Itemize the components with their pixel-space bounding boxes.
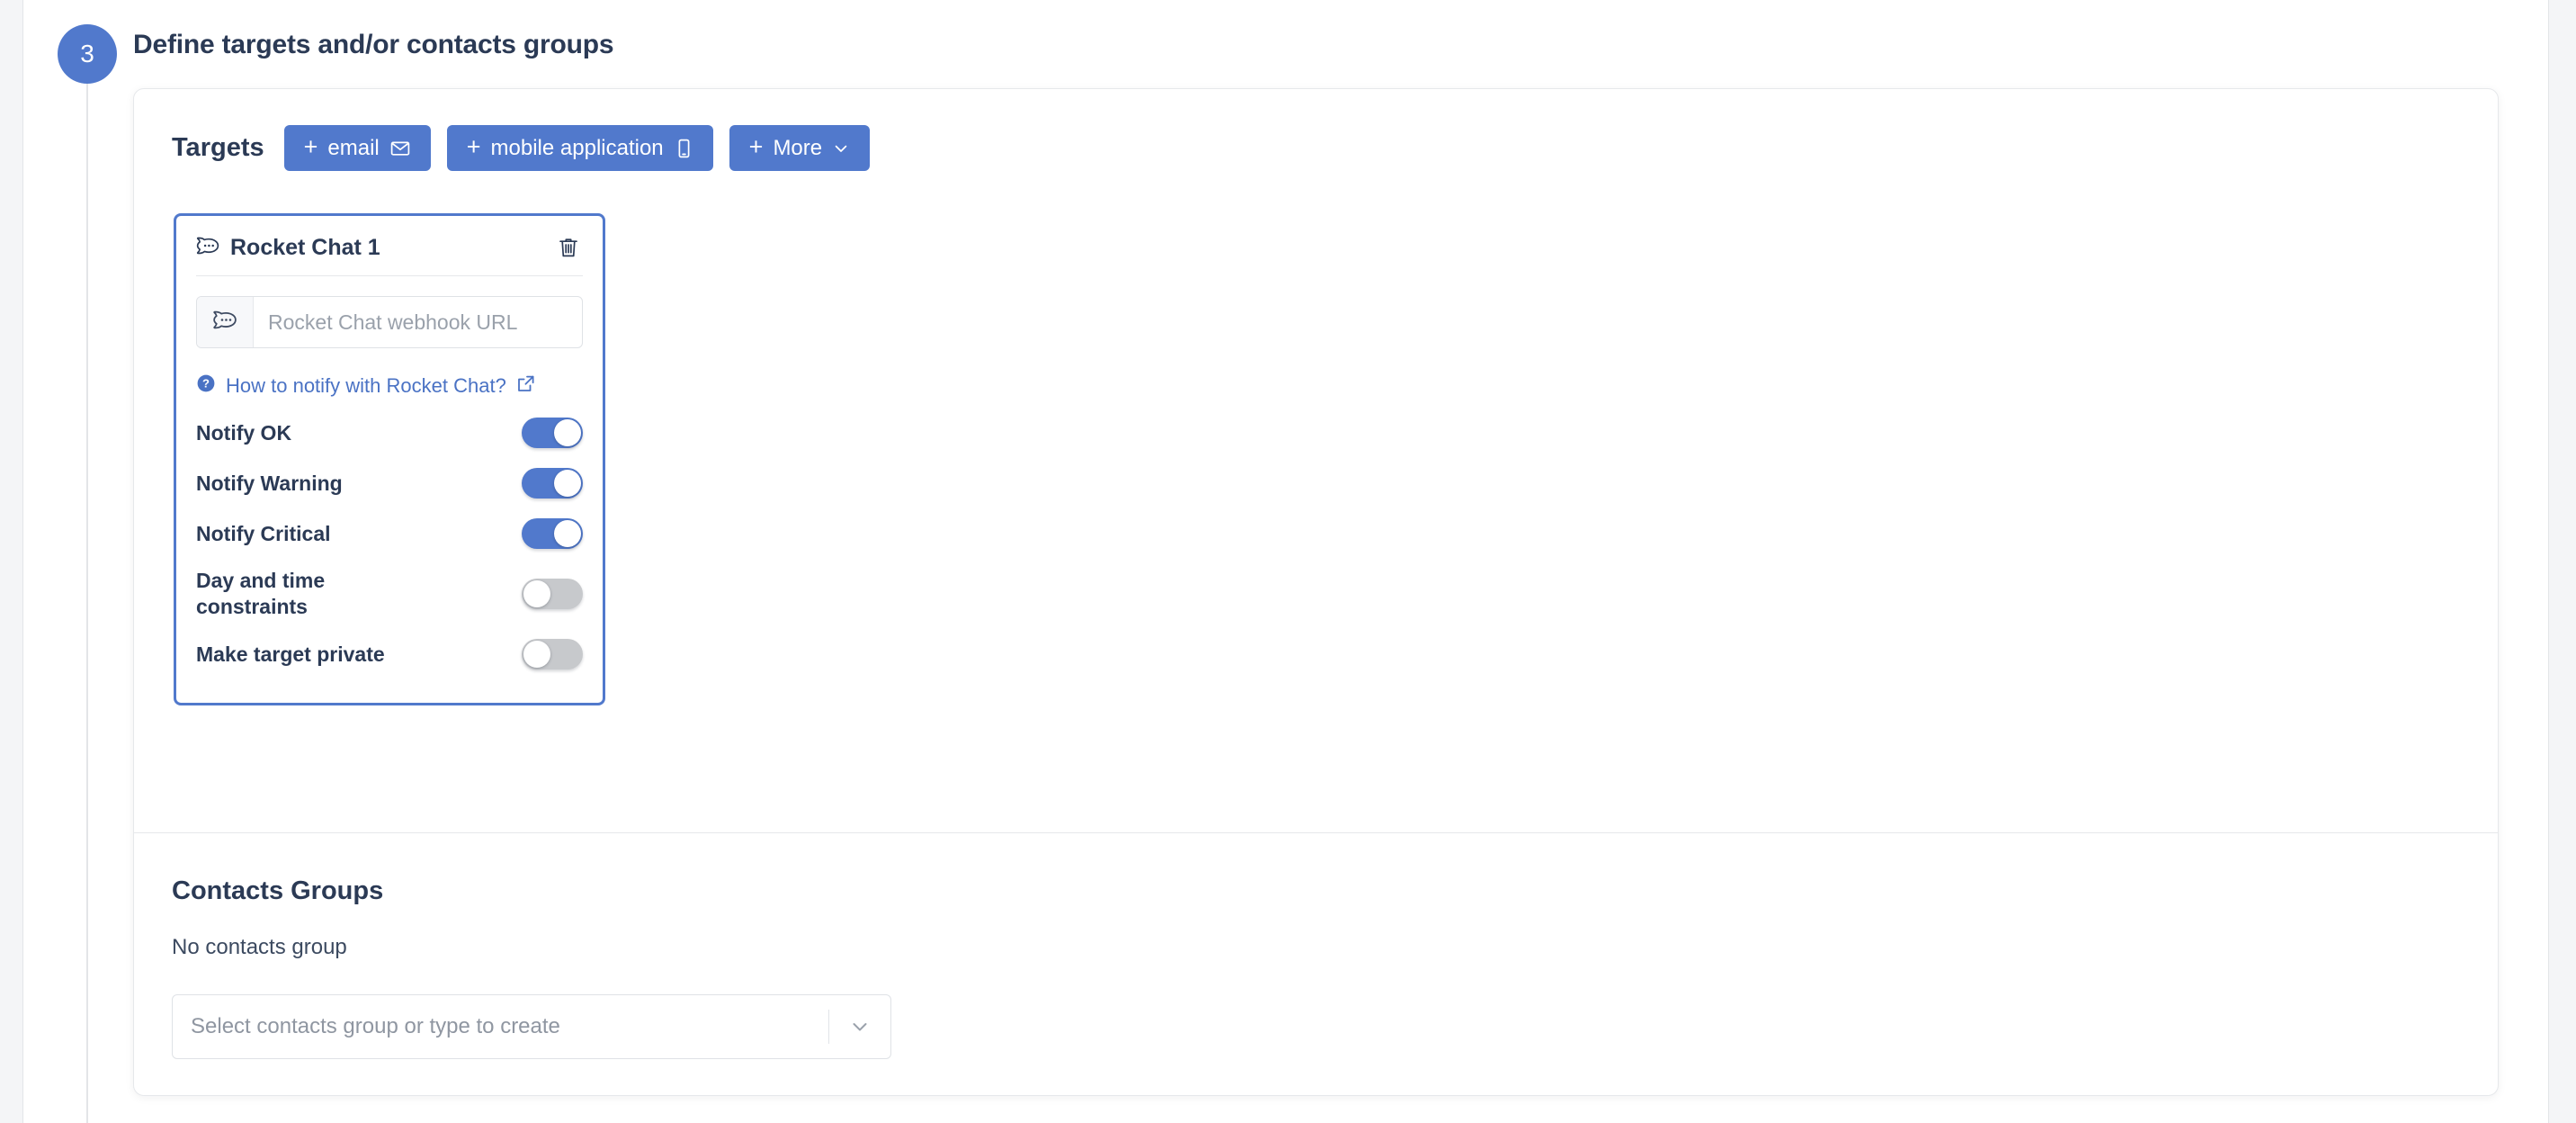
targets-header: Targets + email + mobile application + M… (172, 125, 871, 171)
step-number-badge: 3 (58, 24, 117, 84)
toggle-knob (554, 470, 581, 497)
webhook-input-addon (197, 297, 254, 347)
toggle-row-notify-ok: Notify OK (196, 408, 583, 458)
toggle-label-make-target-private: Make target private (196, 642, 385, 666)
rocket-chat-help-link[interactable]: ? How to notify with Rocket Chat? (196, 373, 583, 399)
toggle-row-notify-warning: Notify Warning (196, 458, 583, 508)
plus-icon: + (466, 133, 481, 160)
toggle-label-notify-warning: Notify Warning (196, 471, 343, 495)
webhook-input-group (196, 296, 583, 348)
rocket-chat-icon (212, 310, 237, 335)
external-link-icon (516, 374, 535, 399)
chevron-down-icon[interactable] (829, 1015, 890, 1038)
target-card-title: Rocket Chat 1 (230, 234, 380, 260)
contacts-group-select-value: Select contacts group or type to create (191, 1014, 560, 1038)
svg-text:?: ? (202, 377, 210, 391)
page-right-gutter (2548, 0, 2576, 1123)
target-card-divider (196, 275, 583, 276)
toggle-notify-warning[interactable] (522, 468, 583, 499)
targets-label: Targets (172, 133, 264, 162)
add-email-target-button[interactable]: + email (283, 125, 431, 171)
stepper-rail (86, 83, 88, 1123)
target-card-rocket-chat[interactable]: Rocket Chat 1 Rocket Chat webhook URL ? … (174, 213, 605, 705)
webhook-url-input[interactable] (254, 297, 582, 347)
contacts-groups-title: Contacts Groups (172, 876, 384, 905)
target-card-header: Rocket Chat 1 (196, 234, 583, 275)
toggle-label-notify-critical: Notify Critical (196, 521, 331, 545)
toggle-row-make-target-private: Make target private (196, 629, 583, 679)
targets-section: Targets + email + mobile application + M… (134, 89, 2498, 832)
mobile-icon (674, 138, 693, 159)
toggle-make-target-private[interactable] (522, 639, 583, 669)
toggle-notify-ok[interactable] (522, 418, 583, 448)
toggle-row-notify-critical: Notify Critical (196, 508, 583, 559)
delete-target-button[interactable] (554, 234, 583, 261)
toggle-knob (554, 419, 581, 446)
rocket-chat-icon (196, 236, 219, 260)
add-more-targets-button[interactable]: + More (729, 125, 871, 171)
add-email-target-label: email (327, 135, 380, 160)
toggle-knob (554, 520, 581, 547)
toggle-day-and-time-constraints[interactable] (522, 579, 583, 609)
toggle-knob (523, 580, 550, 607)
plus-icon: + (303, 133, 318, 160)
page-title: Define targets and/or contacts groups (133, 30, 614, 59)
rocket-chat-help-link-label: How to notify with Rocket Chat? (226, 374, 506, 397)
question-circle-icon: ? (196, 373, 216, 399)
envelope-icon (389, 138, 411, 159)
toggle-label-notify-ok: Notify OK (196, 420, 292, 445)
toggle-knob (523, 641, 550, 668)
plus-icon: + (748, 133, 764, 160)
add-more-targets-label: More (773, 135, 823, 160)
trash-icon (558, 238, 579, 262)
toggle-label-day-and-time-constraints: Day and time constraints (196, 569, 326, 618)
add-mobile-application-target-label: mobile application (490, 135, 664, 160)
chevron-down-icon (832, 139, 850, 157)
page-left-gutter (0, 0, 23, 1123)
contacts-groups-empty-text: No contacts group (172, 935, 347, 959)
toggle-notify-critical[interactable] (522, 518, 583, 549)
toggle-row-day-and-time-constraints: Day and time constraints (196, 559, 583, 629)
contacts-groups-section: Contacts Groups No contacts group Select… (134, 833, 2498, 1059)
contacts-group-select[interactable]: Select contacts group or type to create (172, 994, 891, 1059)
add-mobile-application-target-button[interactable]: + mobile application (446, 125, 713, 171)
target-card-title-group: Rocket Chat 1 (196, 235, 380, 261)
step-content-panel: Targets + email + mobile application + M… (133, 88, 2499, 1096)
